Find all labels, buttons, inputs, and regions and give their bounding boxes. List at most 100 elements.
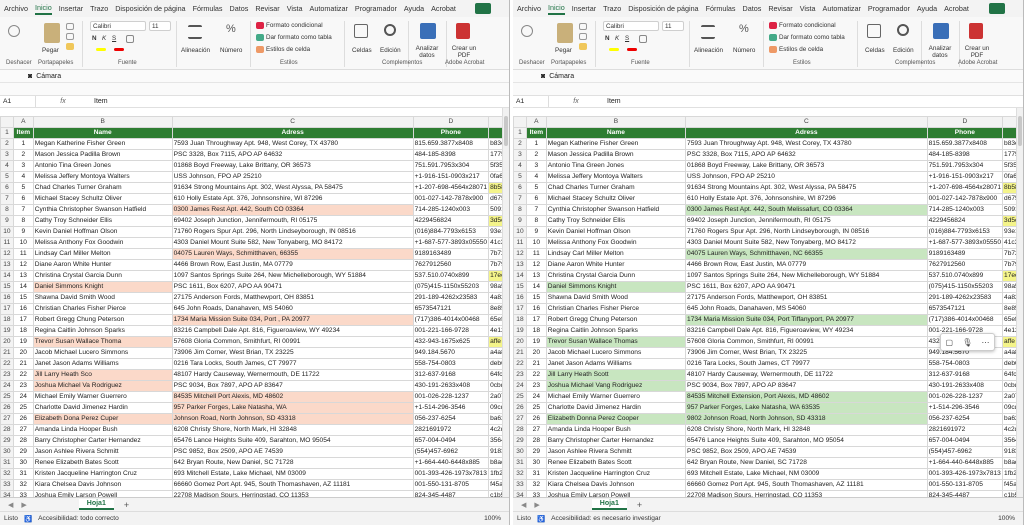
cell-item[interactable]: 12 xyxy=(12,259,34,271)
row-header[interactable]: 10 xyxy=(513,226,527,238)
underline-button[interactable]: S xyxy=(625,35,629,42)
cell-adress[interactable]: PSC 3328, Box 7115, APO AP 64632 xyxy=(685,149,928,161)
column-header[interactable]: B xyxy=(545,116,687,128)
cell-phone[interactable]: (075)415-1150x55203 xyxy=(412,281,490,293)
scroll-thumb[interactable] xyxy=(1018,116,1022,146)
menu-item[interactable]: Vista xyxy=(287,4,303,13)
cell-name[interactable]: Cathy Troy Schneider Ellis xyxy=(545,215,687,227)
cell-name[interactable]: Christian Charles Fisher Pierce xyxy=(545,303,687,315)
number-icon[interactable]: % xyxy=(739,23,753,39)
row-header[interactable]: 22 xyxy=(513,358,527,370)
row-header[interactable]: 26 xyxy=(513,402,527,414)
cell-item[interactable]: 12 xyxy=(525,259,547,271)
cell-phone[interactable]: (717)386-4014x00468 xyxy=(926,314,1004,326)
font-size-select[interactable]: 11 xyxy=(662,21,684,31)
cell-name[interactable]: Robert Gregg Chung Peterson xyxy=(32,314,173,326)
cut-icon[interactable] xyxy=(579,23,587,30)
cell-name[interactable]: Daniel Simmons Knight xyxy=(32,281,173,293)
cell-item[interactable]: 18 xyxy=(12,325,34,337)
cell-item[interactable]: 31 xyxy=(525,468,547,480)
cell-item[interactable]: 22 xyxy=(525,369,547,381)
header-phone[interactable]: Phone xyxy=(926,127,1004,139)
cell-adress[interactable]: 4303 Daniel Mount Suite 582, New Tonyabe… xyxy=(171,237,414,249)
paste-label[interactable]: Pegar xyxy=(42,47,59,54)
cell-phone[interactable]: +1-514-296-3546 xyxy=(926,402,1004,414)
create-pdf-button[interactable]: Crear un PDF xyxy=(963,45,991,59)
row-header[interactable]: 21 xyxy=(0,347,14,359)
cell-item[interactable]: 7 xyxy=(12,204,34,216)
row-header[interactable]: 14 xyxy=(513,270,527,282)
cell-name[interactable]: Christina Crystal Garcia Dunn xyxy=(545,270,687,282)
cell-phone[interactable]: (016)884-7793x6153 xyxy=(926,226,1004,238)
cell-name[interactable]: Michael Emily Warner Guerrero xyxy=(32,391,173,403)
menu-item[interactable]: Disposición de página xyxy=(628,4,698,13)
row-header[interactable]: 5 xyxy=(513,171,527,183)
cell-item[interactable]: 6 xyxy=(12,193,34,205)
cell-phone[interactable]: 001-027-142-7878x900 xyxy=(926,193,1004,205)
row-header[interactable]: 26 xyxy=(0,402,14,414)
cell-adress[interactable]: 73906 Jim Corner, West Brian, TX 23225 xyxy=(171,347,414,359)
row-header[interactable]: 20 xyxy=(513,336,527,348)
cell-item[interactable]: 22 xyxy=(12,369,34,381)
cell-name[interactable]: Trevor Susan Wallace Thoma xyxy=(32,336,173,348)
menu-item[interactable]: Fórmulas xyxy=(193,4,223,13)
cell-item[interactable]: 7 xyxy=(525,204,547,216)
cell-item[interactable]: 2 xyxy=(525,149,547,161)
row-header[interactable]: 22 xyxy=(0,358,14,370)
row-header[interactable]: 5 xyxy=(0,171,14,183)
cell-phone[interactable]: 714-285-1240x003 xyxy=(926,204,1004,216)
menu-item[interactable]: Vista xyxy=(800,4,816,13)
row-header[interactable]: 9 xyxy=(0,215,14,227)
row-header[interactable]: 28 xyxy=(513,424,527,436)
cell-item[interactable]: 17 xyxy=(12,314,34,326)
cells-icon[interactable] xyxy=(867,24,881,38)
cell-phone[interactable]: 2821691972 xyxy=(926,424,1004,436)
font-name-select[interactable]: Calibri xyxy=(90,21,146,31)
row-header[interactable]: 13 xyxy=(0,259,14,271)
cell-name[interactable]: Robert Gregg Chung Peterson xyxy=(545,314,687,326)
cell-item[interactable]: 5 xyxy=(525,182,547,194)
fill-color-icon[interactable] xyxy=(609,48,619,51)
table-format-icon[interactable] xyxy=(769,34,777,41)
cell-item[interactable]: 30 xyxy=(12,457,34,469)
add-sheet-icon[interactable]: + xyxy=(637,500,642,510)
format-painter-icon[interactable] xyxy=(579,43,587,50)
search-icon[interactable] xyxy=(384,24,396,36)
cell-name[interactable]: Jill Larry Heath Scott xyxy=(545,369,687,381)
header-name[interactable]: Name xyxy=(32,127,173,139)
cell-phone[interactable]: 430-191-2633x408 xyxy=(412,380,490,392)
conditional-format-icon[interactable] xyxy=(256,22,264,29)
conditional-format-button[interactable]: Formato condicional xyxy=(266,22,323,29)
sheet-tab[interactable]: Hoja1 xyxy=(591,499,627,510)
cell-adress[interactable]: 0300 James Rest Apt. 442, South Melissaf… xyxy=(685,204,928,216)
name-box[interactable]: A1 xyxy=(513,96,549,107)
add-sheet-icon[interactable]: + xyxy=(124,500,129,510)
cell-phone[interactable]: 657-004-0494 xyxy=(412,435,490,447)
cell-name[interactable]: Melissa Jeffery Montoya Walters xyxy=(32,171,173,183)
name-box[interactable]: A1 xyxy=(0,96,36,107)
mic-icon[interactable]: 🎙 xyxy=(962,338,972,347)
header-item[interactable]: Item xyxy=(525,127,547,139)
row-header[interactable]: 6 xyxy=(0,182,14,194)
format-painter-icon[interactable] xyxy=(66,43,74,50)
row-header[interactable]: 11 xyxy=(513,237,527,249)
cell-name[interactable]: Elizabeth Donna Perez Cooper xyxy=(545,413,687,425)
row-header[interactable]: 15 xyxy=(513,281,527,293)
menu-item[interactable]: Archivo xyxy=(4,4,28,13)
row-header[interactable]: 3 xyxy=(513,149,527,161)
column-header[interactable]: C xyxy=(171,116,414,128)
row-header[interactable]: 24 xyxy=(513,380,527,392)
cell-item[interactable]: 3 xyxy=(12,160,34,172)
cell-name[interactable]: Michael Emily Warner Guerrero xyxy=(545,391,687,403)
row-header[interactable]: 2 xyxy=(0,138,14,150)
accessibility-status[interactable]: Accesibilidad: todo correcto xyxy=(38,515,119,522)
menu-item[interactable]: Ayuda xyxy=(404,4,424,13)
cell-adress[interactable]: PSC 9852, Box 2509, APO AE 74539 xyxy=(685,446,928,458)
row-header[interactable]: 31 xyxy=(0,457,14,469)
cell-name[interactable]: Lindsay Carl Miller Melton xyxy=(32,248,173,260)
cell-item[interactable]: 15 xyxy=(12,292,34,304)
scroll-thumb[interactable] xyxy=(504,116,508,146)
column-header[interactable]: B xyxy=(32,116,173,128)
menu-item[interactable]: Insertar xyxy=(59,4,83,13)
copy-icon[interactable] xyxy=(579,33,587,40)
